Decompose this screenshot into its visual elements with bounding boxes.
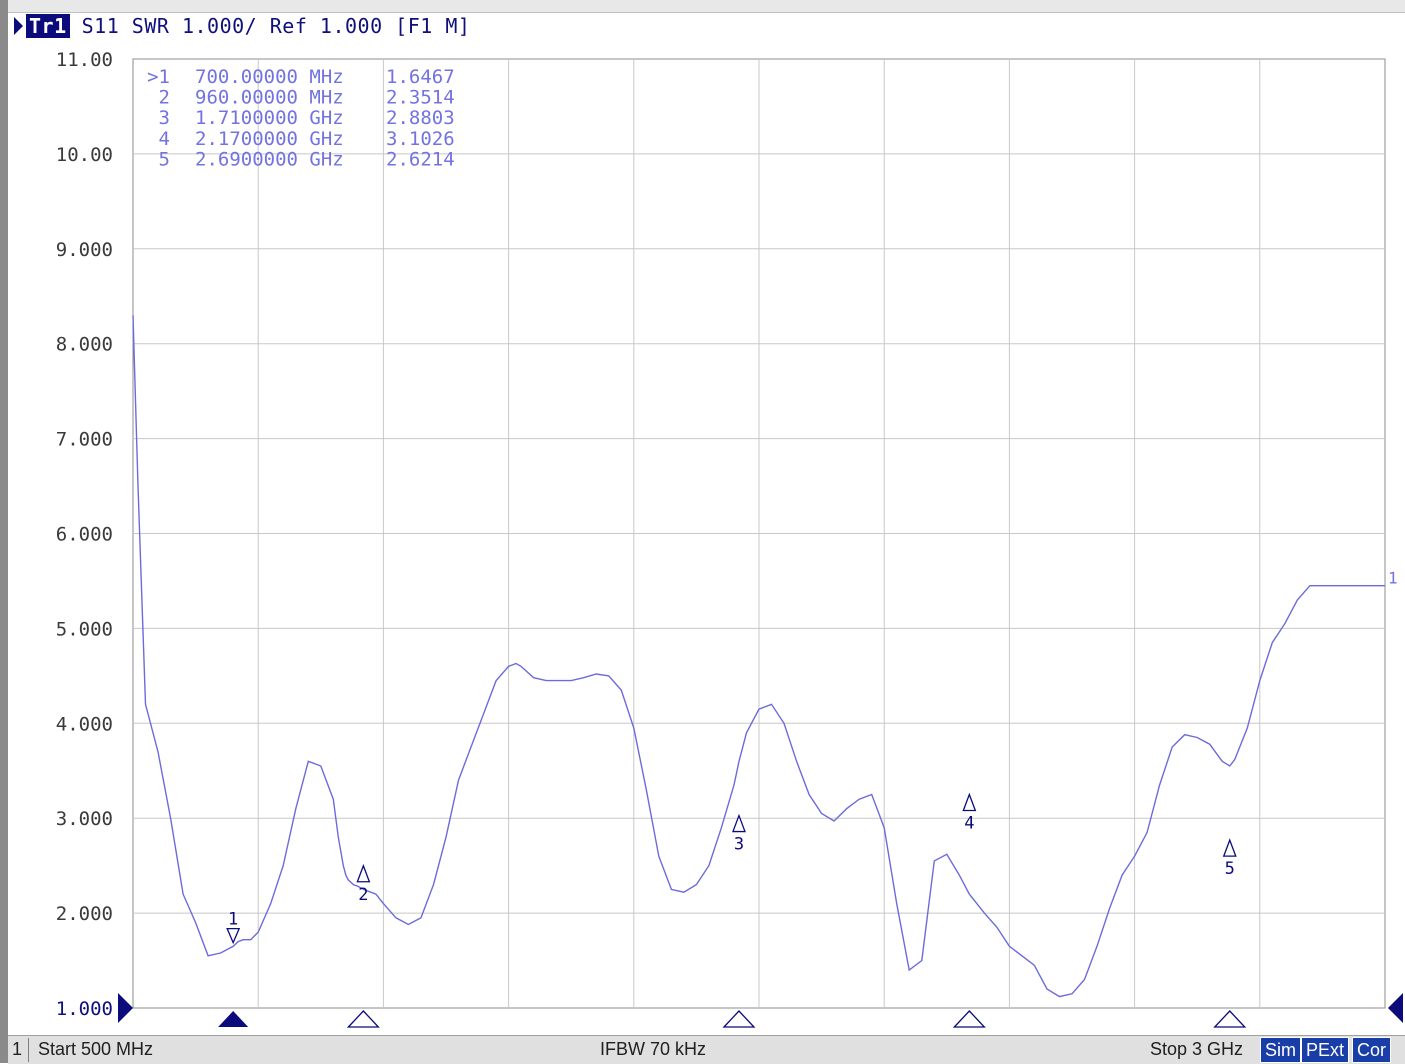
marker-table-frequency[interactable]: 700.00000 MHz xyxy=(195,66,344,88)
sim-badge[interactable]: Sim xyxy=(1260,1037,1301,1063)
stop-frequency[interactable]: Stop 3 GHz xyxy=(1150,1039,1243,1060)
marker-5-stimulus-arrow-icon[interactable] xyxy=(1213,1010,1247,1028)
swr-chart[interactable]: 11.00 10.00 9.000 8.000 7.000 6.000 5.000 4.000… xyxy=(0,0,1405,1063)
y-tick-label: 11.00 xyxy=(56,49,113,71)
ref-level-left-arrow-icon[interactable] xyxy=(118,993,133,1023)
status-bar: 1 Start 500 MHz IFBW 70 kHz Stop 3 GHz S… xyxy=(8,1035,1405,1064)
marker-table-frequency[interactable]: 960.00000 MHz xyxy=(195,87,344,109)
marker-2-triangle-icon[interactable] xyxy=(356,863,371,883)
ref-level-right-arrow-icon[interactable] xyxy=(1388,993,1403,1023)
vna-window: Tr1 S11 SWR 1.000/ Ref 1.000 [F1 M] 11.0… xyxy=(0,0,1405,1064)
y-tick-label: 1.000 xyxy=(56,998,113,1020)
y-tick-label: 10.00 xyxy=(56,144,113,166)
y-tick-label: 7.000 xyxy=(56,429,113,451)
y-tick-label: 5.000 xyxy=(56,618,113,640)
marker-1-stimulus-arrow-icon[interactable] xyxy=(218,1011,249,1027)
y-tick-label: 4.000 xyxy=(56,713,113,735)
marker-table-value: 2.3514 xyxy=(386,87,455,109)
marker-2-label: 2 xyxy=(358,885,368,905)
marker-table-value: 1.6467 xyxy=(386,66,455,88)
status-separator xyxy=(28,1038,29,1062)
marker-table-value: 3.1026 xyxy=(386,128,455,150)
marker-1-label: 1 xyxy=(228,910,238,930)
cor-badge[interactable]: Cor xyxy=(1352,1037,1392,1063)
trace-end-label: 1 xyxy=(1388,569,1398,588)
marker-5-triangle-icon[interactable] xyxy=(1222,838,1237,857)
marker-table-id[interactable]: 4 xyxy=(159,128,170,150)
marker-2-stimulus-arrow-icon[interactable] xyxy=(346,1010,380,1028)
y-tick-label: 2.000 xyxy=(56,903,113,925)
marker-table-id[interactable]: >1 xyxy=(147,66,170,88)
marker-5-label: 5 xyxy=(1225,859,1235,879)
start-frequency[interactable]: Start 500 MHz xyxy=(38,1039,153,1060)
marker-1-triangle-icon[interactable] xyxy=(226,927,241,945)
y-tick-label: 6.000 xyxy=(56,524,113,546)
channel-number[interactable]: 1 xyxy=(12,1039,22,1060)
marker-table-value: 2.8803 xyxy=(386,107,455,129)
marker-table-frequency[interactable]: 1.7100000 GHz xyxy=(195,107,344,129)
marker-table-frequency[interactable]: 2.1700000 GHz xyxy=(195,128,344,150)
marker-4-triangle-icon[interactable] xyxy=(962,792,977,812)
pext-badge[interactable]: PExt xyxy=(1301,1037,1350,1063)
marker-3-label: 3 xyxy=(734,835,744,855)
y-tick-label: 8.000 xyxy=(56,334,113,356)
y-tick-label: 3.000 xyxy=(56,808,113,830)
marker-4-stimulus-arrow-icon[interactable] xyxy=(952,1010,986,1028)
y-tick-label: 9.000 xyxy=(56,239,113,261)
marker-table-id[interactable]: 3 xyxy=(159,107,170,129)
ifbw-setting[interactable]: IFBW 70 kHz xyxy=(600,1039,706,1060)
marker-4-label: 4 xyxy=(964,813,974,833)
marker-table-frequency[interactable]: 2.6900000 GHz xyxy=(195,148,344,170)
marker-3-stimulus-arrow-icon[interactable] xyxy=(722,1010,756,1028)
marker-table-id[interactable]: 2 xyxy=(159,87,170,109)
marker-table-id[interactable]: 5 xyxy=(159,148,170,170)
marker-table-value: 2.6214 xyxy=(386,148,455,170)
